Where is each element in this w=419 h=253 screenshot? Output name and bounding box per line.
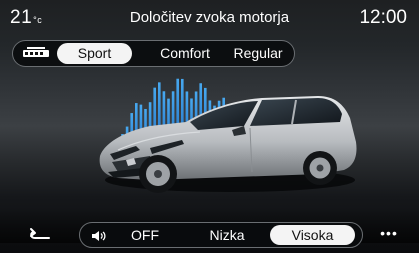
volume-high-button[interactable]: Visoka [270, 225, 355, 245]
status-bar: 21°c Določitev zvoka motorja 12:00 [0, 0, 419, 36]
car-image [99, 96, 357, 193]
volume-off-button[interactable]: OFF [120, 225, 170, 245]
back-arrow-icon[interactable] [27, 222, 53, 242]
volume-selector: OFF Nizka Visoka [79, 222, 363, 248]
mode-comfort-button[interactable]: Comfort [149, 43, 221, 64]
engine-sound-screen: 21°c Določitev zvoka motorja 12:00 Sport… [0, 0, 419, 253]
engine-sound-visual [0, 60, 419, 243]
mode-regular-button[interactable]: Regular [223, 43, 293, 64]
volume-low-button[interactable]: Nizka [192, 225, 262, 245]
mode-sport-button[interactable]: Sport [57, 43, 132, 64]
clock: 12:00 [359, 7, 407, 28]
page-title: Določitev zvoka motorja [129, 9, 290, 26]
more-options-button[interactable]: ••• [378, 226, 400, 240]
speaker-icon [92, 231, 106, 241]
sound-profile-icon [23, 47, 49, 57]
sound-mode-selector: Sport Comfort Regular [12, 40, 295, 67]
